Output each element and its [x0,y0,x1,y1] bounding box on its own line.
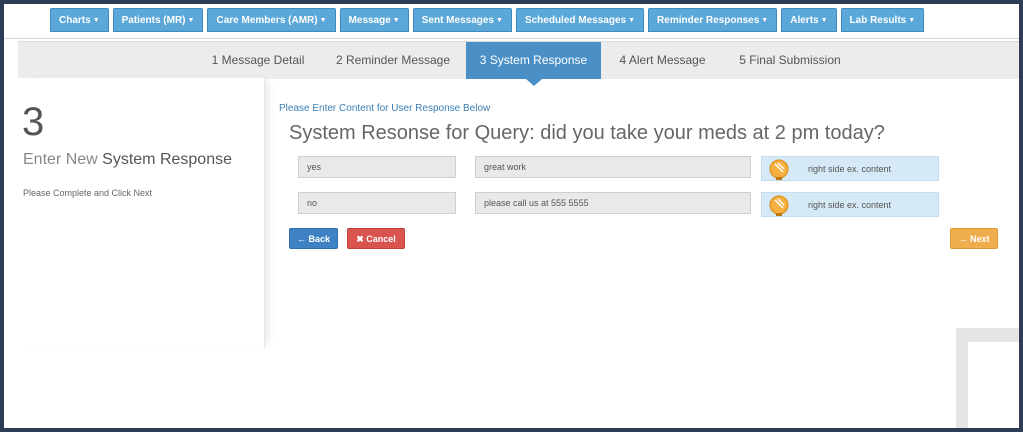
caret-down-icon: ▼ [628,17,636,24]
back-button[interactable]: ← Back [289,228,338,249]
app-frame: Charts ▼ Patients (MR) ▼ Care Members (AMR… [4,4,1019,428]
step-info-panel: 3 Enter New System Response Please Compl… [18,78,265,348]
step-message-detail[interactable]: 1 Message Detail [198,42,318,79]
nav-alerts[interactable]: Alerts ▼ [781,8,837,32]
side-content-text: right side ex. content [808,164,892,174]
caret-down-icon: ▼ [187,17,195,24]
reply-input-2[interactable]: please call us at 555 5555 [475,192,751,214]
nav-reminder-responses[interactable]: Reminder Responses ▼ [648,8,778,32]
step-note: Please Complete and Click Next [23,188,153,198]
lightbulb-icon [769,159,789,180]
next-button[interactable]: → Next [950,228,998,249]
arrow-right-icon: → [958,234,968,244]
page-title: System Resonse for Query: did you take y… [289,122,885,144]
response-input-2[interactable]: no [298,192,456,214]
nav-charts[interactable]: Charts ▼ [50,8,109,32]
top-nav: Charts ▼ Patients (MR) ▼ Care Members (AMR… [4,8,1019,39]
step-number: 3 [22,100,45,144]
caret-down-icon: ▼ [92,17,100,24]
caret-down-icon: ▼ [319,17,327,24]
caret-down-icon: ▼ [392,17,400,24]
nav-divider [4,38,1019,39]
arrow-left-icon: ← [296,234,306,244]
reply-input-1[interactable]: great work [475,156,751,178]
response-input-1[interactable]: yes [298,156,456,178]
nav-message[interactable]: Message ▼ [339,8,409,32]
step-reminder-message[interactable]: 2 Reminder Message [328,42,458,79]
wizard-steps: 1 Message Detail 2 Reminder Message 3 Sy… [18,41,1019,86]
nav-lab-results[interactable]: Lab Results ▼ [840,8,925,32]
caret-down-icon: ▼ [820,17,828,24]
nav-care-members[interactable]: Care Members (AMR) ▼ [207,8,336,32]
lightbulb-icon [769,195,789,216]
instruction-text: Please Enter Content for User Response B… [279,103,491,114]
caret-down-icon: ▼ [496,17,503,24]
corner-decoration [956,328,1019,428]
cancel-button[interactable]: ✖ Cancel [347,228,405,249]
step-final-submission[interactable]: 5 Final Submission [730,42,850,79]
caret-down-icon: ▼ [908,17,916,24]
nav-sent-messages[interactable]: Sent Messages ▼ [412,8,512,32]
step-alert-message[interactable]: 4 Alert Message [610,42,715,79]
caret-down-icon: ▼ [761,17,769,24]
close-icon: ✖ [356,234,364,244]
nav-patients[interactable]: Patients (MR) ▼ [112,8,204,32]
side-content-2: right side ex. content [761,192,939,217]
step-title: Enter New System Response [23,151,232,168]
nav-scheduled-messages[interactable]: Scheduled Messages ▼ [515,8,645,32]
side-content-1: right side ex. content [761,156,939,181]
step-system-response[interactable]: 3 System Response [466,42,601,86]
side-content-text: right side ex. content [808,200,892,210]
